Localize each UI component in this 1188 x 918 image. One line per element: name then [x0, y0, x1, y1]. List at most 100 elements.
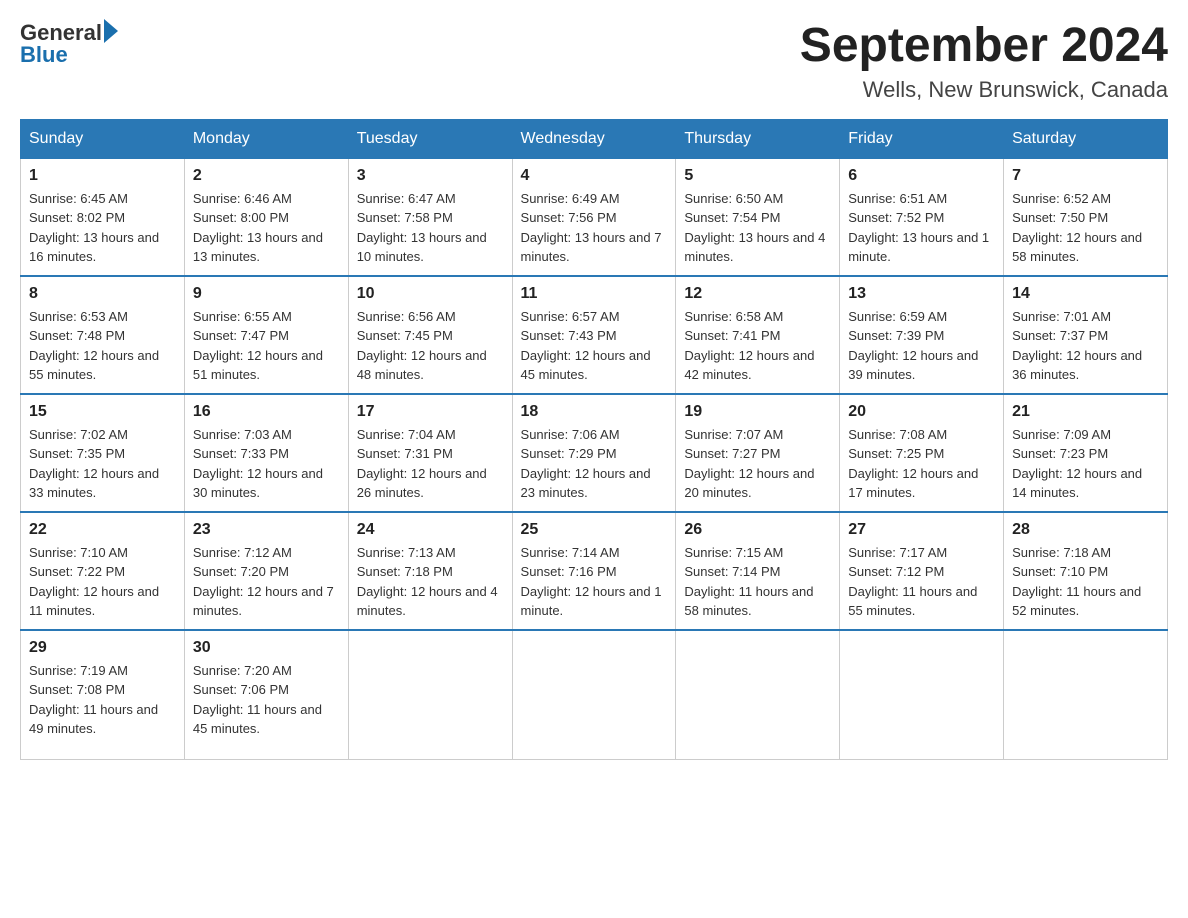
day-number: 29	[29, 639, 176, 657]
day-sun-info: Sunrise: 6:56 AMSunset: 7:45 PMDaylight:…	[357, 307, 504, 385]
day-sun-info: Sunrise: 6:49 AMSunset: 7:56 PMDaylight:…	[521, 189, 668, 267]
day-number: 23	[193, 521, 340, 539]
day-sun-info: Sunrise: 7:15 AMSunset: 7:14 PMDaylight:…	[684, 543, 831, 621]
day-number: 20	[848, 403, 995, 421]
day-number: 27	[848, 521, 995, 539]
day-sun-info: Sunrise: 7:09 AMSunset: 7:23 PMDaylight:…	[1012, 425, 1159, 503]
day-of-week-header: Wednesday	[512, 119, 676, 158]
calendar-cell	[840, 630, 1004, 760]
calendar-cell: 7 Sunrise: 6:52 AMSunset: 7:50 PMDaylight…	[1004, 158, 1168, 276]
day-sun-info: Sunrise: 6:50 AMSunset: 7:54 PMDaylight:…	[684, 189, 831, 267]
day-sun-info: Sunrise: 7:04 AMSunset: 7:31 PMDaylight:…	[357, 425, 504, 503]
day-number: 9	[193, 285, 340, 303]
day-number: 13	[848, 285, 995, 303]
day-sun-info: Sunrise: 6:53 AMSunset: 7:48 PMDaylight:…	[29, 307, 176, 385]
day-sun-info: Sunrise: 7:20 AMSunset: 7:06 PMDaylight:…	[193, 661, 340, 739]
day-number: 19	[684, 403, 831, 421]
day-sun-info: Sunrise: 6:47 AMSunset: 7:58 PMDaylight:…	[357, 189, 504, 267]
day-sun-info: Sunrise: 7:18 AMSunset: 7:10 PMDaylight:…	[1012, 543, 1159, 621]
day-of-week-header: Thursday	[676, 119, 840, 158]
day-sun-info: Sunrise: 6:58 AMSunset: 7:41 PMDaylight:…	[684, 307, 831, 385]
day-number: 4	[521, 167, 668, 185]
calendar-cell: 17 Sunrise: 7:04 AMSunset: 7:31 PMDayligh…	[348, 394, 512, 512]
calendar-cell: 8 Sunrise: 6:53 AMSunset: 7:48 PMDaylight…	[21, 276, 185, 394]
calendar-week-row: 22 Sunrise: 7:10 AMSunset: 7:22 PMDayligh…	[21, 512, 1168, 630]
calendar-cell: 16Sunrise: 7:03 AMSunset: 7:33 PMDayligh…	[184, 394, 348, 512]
logo: General Blue	[20, 20, 118, 68]
day-sun-info: Sunrise: 6:51 AMSunset: 7:52 PMDaylight:…	[848, 189, 995, 267]
logo-blue: Blue	[20, 42, 68, 68]
day-sun-info: Sunrise: 7:02 AMSunset: 7:35 PMDaylight:…	[29, 425, 176, 503]
day-number: 7	[1012, 167, 1159, 185]
calendar-cell: 15 Sunrise: 7:02 AMSunset: 7:35 PMDayligh…	[21, 394, 185, 512]
day-number: 15	[29, 403, 176, 421]
day-number: 24	[357, 521, 504, 539]
calendar-cell: 25 Sunrise: 7:14 AMSunset: 7:16 PMDayligh…	[512, 512, 676, 630]
day-sun-info: Sunrise: 7:17 AMSunset: 7:12 PMDaylight:…	[848, 543, 995, 621]
day-of-week-header: Monday	[184, 119, 348, 158]
month-year-title: September 2024	[800, 20, 1168, 73]
page-header: General Blue September 2024 Wells, New B…	[20, 20, 1168, 103]
day-sun-info: Sunrise: 7:14 AMSunset: 7:16 PMDaylight:…	[521, 543, 668, 621]
day-sun-info: Sunrise: 6:46 AMSunset: 8:00 PMDaylight:…	[193, 189, 340, 267]
calendar-cell: 22 Sunrise: 7:10 AMSunset: 7:22 PMDayligh…	[21, 512, 185, 630]
calendar-cell: 3Sunrise: 6:47 AMSunset: 7:58 PMDaylight…	[348, 158, 512, 276]
title-block: September 2024 Wells, New Brunswick, Can…	[800, 20, 1168, 103]
day-number: 17	[357, 403, 504, 421]
day-of-week-header: Saturday	[1004, 119, 1168, 158]
day-sun-info: Sunrise: 7:03 AMSunset: 7:33 PMDaylight:…	[193, 425, 340, 503]
calendar-cell: 28 Sunrise: 7:18 AMSunset: 7:10 PMDayligh…	[1004, 512, 1168, 630]
day-sun-info: Sunrise: 6:57 AMSunset: 7:43 PMDaylight:…	[521, 307, 668, 385]
calendar-week-row: 1Sunrise: 6:45 AMSunset: 8:02 PMDaylight…	[21, 158, 1168, 276]
calendar-cell	[512, 630, 676, 760]
day-sun-info: Sunrise: 7:19 AMSunset: 7:08 PMDaylight:…	[29, 661, 176, 739]
day-number: 22	[29, 521, 176, 539]
calendar-cell	[348, 630, 512, 760]
day-number: 30	[193, 639, 340, 657]
day-sun-info: Sunrise: 6:52 AMSunset: 7:50 PMDaylight:…	[1012, 189, 1159, 267]
day-of-week-header: Sunday	[21, 119, 185, 158]
calendar-cell: 24 Sunrise: 7:13 AMSunset: 7:18 PMDayligh…	[348, 512, 512, 630]
calendar-table: SundayMondayTuesdayWednesdayThursdayFrid…	[20, 119, 1168, 761]
day-number: 5	[684, 167, 831, 185]
calendar-cell	[676, 630, 840, 760]
calendar-cell: 19 Sunrise: 7:07 AMSunset: 7:27 PMDayligh…	[676, 394, 840, 512]
day-number: 18	[521, 403, 668, 421]
calendar-cell: 23 Sunrise: 7:12 AMSunset: 7:20 PMDayligh…	[184, 512, 348, 630]
day-number: 10	[357, 285, 504, 303]
day-number: 8	[29, 285, 176, 303]
day-sun-info: Sunrise: 7:01 AMSunset: 7:37 PMDaylight:…	[1012, 307, 1159, 385]
calendar-cell	[1004, 630, 1168, 760]
day-sun-info: Sunrise: 6:59 AMSunset: 7:39 PMDaylight:…	[848, 307, 995, 385]
calendar-cell: 30 Sunrise: 7:20 AMSunset: 7:06 PMDayligh…	[184, 630, 348, 760]
day-number: 2	[193, 167, 340, 185]
calendar-cell: 11 Sunrise: 6:57 AMSunset: 7:43 PMDayligh…	[512, 276, 676, 394]
day-number: 26	[684, 521, 831, 539]
calendar-cell: 2 Sunrise: 6:46 AMSunset: 8:00 PMDaylight…	[184, 158, 348, 276]
day-sun-info: Sunrise: 7:08 AMSunset: 7:25 PMDaylight:…	[848, 425, 995, 503]
day-sun-info: Sunrise: 7:13 AMSunset: 7:18 PMDaylight:…	[357, 543, 504, 621]
calendar-cell: 5 Sunrise: 6:50 AMSunset: 7:54 PMDaylight…	[676, 158, 840, 276]
day-number: 11	[521, 285, 668, 303]
day-number: 1	[29, 167, 176, 185]
day-number: 14	[1012, 285, 1159, 303]
calendar-cell: 9Sunrise: 6:55 AMSunset: 7:47 PMDaylight…	[184, 276, 348, 394]
day-number: 6	[848, 167, 995, 185]
calendar-cell: 26 Sunrise: 7:15 AMSunset: 7:14 PMDayligh…	[676, 512, 840, 630]
calendar-cell: 29 Sunrise: 7:19 AMSunset: 7:08 PMDayligh…	[21, 630, 185, 760]
logo-arrow-icon	[104, 19, 118, 43]
calendar-header-row: SundayMondayTuesdayWednesdayThursdayFrid…	[21, 119, 1168, 158]
day-sun-info: Sunrise: 7:10 AMSunset: 7:22 PMDaylight:…	[29, 543, 176, 621]
calendar-week-row: 15 Sunrise: 7:02 AMSunset: 7:35 PMDayligh…	[21, 394, 1168, 512]
day-number: 28	[1012, 521, 1159, 539]
day-sun-info: Sunrise: 7:12 AMSunset: 7:20 PMDaylight:…	[193, 543, 340, 621]
calendar-cell: 20 Sunrise: 7:08 AMSunset: 7:25 PMDayligh…	[840, 394, 1004, 512]
calendar-week-row: 8 Sunrise: 6:53 AMSunset: 7:48 PMDaylight…	[21, 276, 1168, 394]
day-sun-info: Sunrise: 7:07 AMSunset: 7:27 PMDaylight:…	[684, 425, 831, 503]
calendar-cell: 13 Sunrise: 6:59 AMSunset: 7:39 PMDayligh…	[840, 276, 1004, 394]
day-number: 25	[521, 521, 668, 539]
calendar-cell: 4 Sunrise: 6:49 AMSunset: 7:56 PMDaylight…	[512, 158, 676, 276]
calendar-cell: 14 Sunrise: 7:01 AMSunset: 7:37 PMDayligh…	[1004, 276, 1168, 394]
day-number: 21	[1012, 403, 1159, 421]
day-of-week-header: Friday	[840, 119, 1004, 158]
